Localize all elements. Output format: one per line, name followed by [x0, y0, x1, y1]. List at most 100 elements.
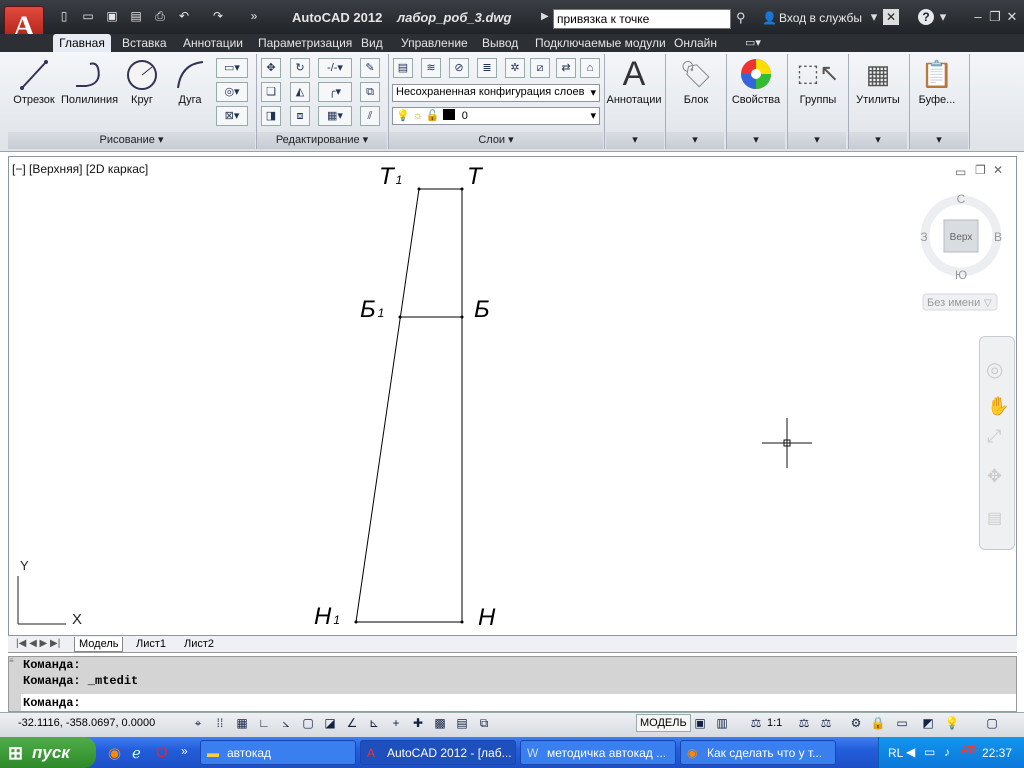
offset-icon[interactable]: ⫽: [360, 106, 380, 126]
trim-icon[interactable]: -/-▾: [318, 58, 352, 78]
help-dropdown-icon[interactable]: ▾: [935, 9, 951, 24]
grid-display-icon[interactable]: ▦: [234, 714, 250, 732]
quick-access-more-icon[interactable]: »: [246, 9, 262, 24]
task-folder-autocad[interactable]: ▬ автокад: [200, 740, 356, 765]
explode-icon[interactable]: ⧉: [360, 82, 380, 102]
new-file-icon[interactable]: ▯: [56, 9, 72, 24]
erase-icon[interactable]: ✎: [360, 58, 380, 78]
signin-button[interactable]: Вход в службы: [779, 11, 862, 25]
block-panel-button[interactable]: 🏷 Блок: [668, 56, 724, 106]
dynamic-input-icon[interactable]: +: [388, 714, 404, 732]
ati-icon[interactable]: ATI: [961, 745, 976, 756]
task-word-manual[interactable]: Wметодичка автокад ...: [520, 740, 676, 765]
clock[interactable]: 22:37: [982, 746, 1012, 760]
block-panel-expand-icon[interactable]: ▾: [666, 132, 724, 149]
copy-icon[interactable]: ❏: [261, 82, 281, 102]
opera-quicklaunch-icon[interactable]: O: [156, 744, 168, 761]
start-button[interactable]: ⊞ пуск: [0, 737, 96, 768]
ribbon-minimize-icon[interactable]: ▭▾: [745, 34, 761, 52]
properties-panel-expand-icon[interactable]: ▾: [727, 132, 785, 149]
orbit-icon[interactable]: ✥: [987, 466, 1002, 487]
workspace-switching-icon[interactable]: ⚙: [848, 714, 864, 732]
clean-screen-icon[interactable]: ▢: [984, 714, 1000, 732]
zoom-extents-icon[interactable]: ⤢: [987, 426, 1001, 447]
redo-icon[interactable]: ↷: [210, 9, 226, 24]
polar-tracking-icon[interactable]: ⦣: [278, 714, 294, 732]
annotation-panel-button[interactable]: A Аннотации: [606, 56, 662, 106]
3d-osnap-icon[interactable]: ◪: [322, 714, 338, 732]
ucs-menu[interactable]: Без имени ▽: [922, 293, 998, 311]
steering-wheel-icon[interactable]: ◎: [986, 357, 1003, 382]
mirror-icon[interactable]: ◭: [290, 82, 310, 102]
transparency-icon[interactable]: ▩: [432, 714, 448, 732]
quick-properties-icon[interactable]: ▤: [454, 714, 470, 732]
move-icon[interactable]: ✥: [261, 58, 281, 78]
tab-insert[interactable]: Вставка: [122, 34, 167, 52]
boundary-icon[interactable]: ⊠▾: [216, 106, 248, 126]
viewcube[interactable]: Верх С Ю В З: [920, 192, 1002, 282]
utilities-panel-expand-icon[interactable]: ▾: [849, 132, 907, 149]
rectangle-icon[interactable]: ▭▾: [216, 58, 248, 78]
scale-icon[interactable]: ⧈: [290, 106, 310, 126]
annotation-scale-value[interactable]: 1:1: [767, 717, 782, 729]
print-icon[interactable]: ⎙: [152, 9, 168, 24]
firefox-quicklaunch-icon[interactable]: ◉: [108, 744, 121, 762]
command-grip-icon[interactable]: ≡: [9, 657, 19, 710]
quick-view-drawings-icon[interactable]: ▥: [714, 714, 730, 732]
toolbar-lock-icon[interactable]: 🔒: [870, 714, 886, 732]
search-input[interactable]: [553, 9, 731, 29]
tab-layout2[interactable]: Лист2: [180, 637, 218, 651]
groups-panel-expand-icon[interactable]: ▾: [788, 132, 846, 149]
undo-icon[interactable]: ↶: [176, 9, 192, 24]
layer-isolate-icon[interactable]: ≣: [477, 58, 497, 78]
annotation-scale-icon[interactable]: ⚖: [748, 714, 764, 732]
layer-walk-icon[interactable]: ⌂: [580, 58, 600, 78]
bulb-icon[interactable]: 💡: [944, 714, 960, 732]
task-firefox[interactable]: ◉ Как сделать что у т...: [680, 740, 836, 765]
tab-plugins[interactable]: Подключаемые модули: [535, 34, 666, 52]
save-as-icon[interactable]: ▤: [128, 9, 144, 24]
layer-state-select[interactable]: Несохраненная конфигурация слоев ▾: [392, 84, 600, 102]
selection-cycling-icon[interactable]: ⧉: [476, 714, 492, 732]
task-autocad[interactable]: A AutoCAD 2012 - [лаб...: [360, 740, 516, 765]
layer-off-icon[interactable]: ⊘: [449, 58, 469, 78]
annotation-panel-expand-icon[interactable]: ▾: [606, 132, 664, 149]
auto-scale-icon[interactable]: ⚖: [818, 714, 834, 732]
layer-properties-icon[interactable]: ▤: [393, 58, 413, 78]
tab-home[interactable]: Главная: [53, 34, 111, 52]
exchange-icon[interactable]: ✕: [883, 9, 899, 25]
infer-constraints-icon[interactable]: ⌖: [190, 714, 206, 732]
layers-panel-footer[interactable]: Слои ▾: [389, 132, 603, 149]
close-window-icon[interactable]: ✕: [1004, 9, 1020, 24]
tab-model[interactable]: Модель: [74, 637, 124, 652]
annotation-visibility-icon[interactable]: ⚖: [796, 714, 812, 732]
search-expand-icon[interactable]: ▶: [541, 11, 549, 22]
model-space-button[interactable]: МОДЕЛЬ: [636, 714, 691, 732]
line-tool[interactable]: Отрезок: [12, 58, 56, 106]
stretch-icon[interactable]: ◨: [261, 106, 281, 126]
tab-manage[interactable]: Управление: [401, 34, 468, 52]
tab-layout1[interactable]: Лист1: [132, 637, 170, 651]
coordinates-readout[interactable]: -32.1116, -358.0697, 0.0000: [18, 717, 155, 729]
circle-tool[interactable]: Круг: [122, 58, 162, 106]
lineweight-icon[interactable]: ✚: [410, 714, 426, 732]
clipboard-panel-expand-icon[interactable]: ▾: [910, 132, 968, 149]
binoculars-icon[interactable]: ⚲: [736, 10, 746, 26]
layer-match-icon[interactable]: ⇄: [556, 58, 576, 78]
quicklaunch-more-icon[interactable]: »: [181, 744, 188, 758]
network-icon[interactable]: ▭: [924, 745, 935, 759]
utilities-panel-button[interactable]: ▦ Утилиты: [850, 56, 906, 106]
hatch-icon[interactable]: ◎▾: [216, 82, 248, 102]
dynamic-ucs-icon[interactable]: ⊾: [366, 714, 382, 732]
polyline-tool[interactable]: Полилиния: [61, 58, 118, 106]
tab-output[interactable]: Вывод: [482, 34, 518, 52]
object-snap-icon[interactable]: ▢: [300, 714, 316, 732]
showmotion-icon[interactable]: ▤: [987, 508, 1002, 528]
save-icon[interactable]: ▣: [104, 9, 120, 24]
tray-expand-icon[interactable]: ◀: [906, 745, 915, 759]
layer-freeze-icon[interactable]: ✲: [505, 58, 525, 78]
tab-view[interactable]: Вид: [361, 34, 383, 52]
quick-view-layouts-icon[interactable]: ▣: [692, 714, 708, 732]
signin-dropdown-icon[interactable]: ▾: [866, 9, 882, 24]
layout-nav-first-icon[interactable]: |◀ ◀ ▶ ▶|: [12, 637, 64, 651]
